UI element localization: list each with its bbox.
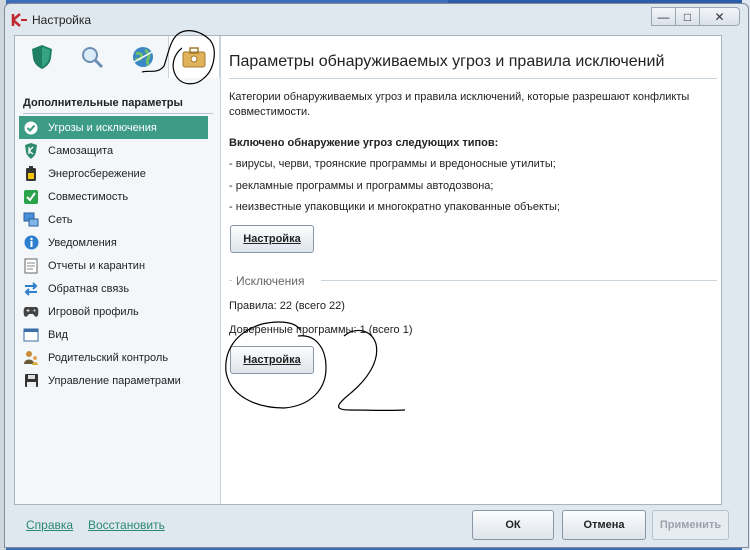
threat-item: - неизвестные упаковщики и многократно у… (229, 201, 560, 213)
check-shield-icon (23, 120, 39, 136)
exclusions-settings-button[interactable]: Настройка (230, 346, 314, 374)
sidebar-item-label: Совместимость (48, 190, 129, 203)
kaspersky-logo-icon (11, 13, 27, 27)
caption-buttons: — □ ✕ (651, 7, 740, 26)
network-icon (23, 212, 39, 228)
sidebar-item-label: Вид (48, 328, 68, 341)
content-area: Дополнительные параметры Угрозы и исключ… (14, 35, 722, 505)
threat-item: - рекламные программы и программы автодо… (229, 180, 494, 192)
sidebar-item-label: Отчеты и карантин (48, 259, 146, 272)
sidebar-item-gaming[interactable]: Игровой профиль (15, 300, 220, 323)
info-icon (23, 235, 39, 251)
sidebar-item-feedback[interactable]: Обратная связь (15, 277, 220, 300)
checkbox-icon (23, 189, 39, 205)
sidebar-item-threats[interactable]: Угрозы и исключения (19, 116, 208, 139)
minimize-button[interactable]: — (651, 7, 676, 26)
restore-link[interactable]: Восстановить (88, 518, 165, 532)
detection-title: Включено обнаружение угроз следующих тип… (229, 137, 499, 149)
window-icon (23, 327, 39, 343)
exclusions-divider-left (229, 280, 232, 281)
icon-tabs (15, 36, 220, 78)
page-description: Категории обнаруживаемых угроз и правила… (229, 91, 690, 118)
rules-count: Правила: 22 (всего 22) (229, 300, 345, 312)
sidebar-item-manage[interactable]: Управление параметрами (15, 369, 220, 392)
exclusions-label: Исключения (236, 274, 305, 288)
toolbox-icon (182, 47, 206, 68)
sidebar-item-label: Уведомления (48, 236, 117, 249)
main-pane: Параметры обнаруживаемых угроз и правила… (221, 36, 721, 504)
sidebar-item-label: Обратная связь (48, 282, 130, 295)
threat-item: - вирусы, черви, троянские программы и в… (229, 158, 556, 170)
report-icon (23, 258, 39, 274)
sidebar-item-reports[interactable]: Отчеты и карантин (15, 254, 220, 277)
gamepad-icon (23, 304, 39, 320)
sidebar-item-label: Управление параметрами (48, 374, 181, 387)
battery-icon (23, 165, 39, 182)
sidebar-item-power[interactable]: Энергосбережение (15, 162, 220, 185)
title-divider (229, 78, 717, 79)
sidebar-item-label: Родительский контроль (48, 351, 169, 364)
close-button[interactable]: ✕ (700, 7, 740, 26)
trusted-count: Доверенные программы: 1 (всего 1) (229, 324, 413, 336)
sidebar-item-compatibility[interactable]: Совместимость (15, 185, 220, 208)
window-title: Настройка (32, 13, 92, 27)
maximize-button[interactable]: □ (676, 7, 700, 26)
left-pane: Дополнительные параметры Угрозы и исключ… (15, 36, 221, 504)
scan-tab[interactable] (67, 36, 117, 78)
title-bar[interactable]: Настройка — □ ✕ (5, 4, 748, 35)
settings-window: Настройка — □ ✕ Дополнительные параметры… (4, 3, 749, 548)
arrows-icon (23, 281, 39, 297)
sidebar-item-label: Самозащита (48, 144, 114, 157)
exclusions-divider (321, 280, 717, 281)
globe-icon (133, 47, 153, 67)
magnifier-icon (82, 47, 104, 69)
apply-button[interactable]: Применить (652, 510, 729, 540)
sidebar-item-self-defense[interactable]: Самозащита (15, 139, 220, 162)
sidebar-item-notifications[interactable]: Уведомления (15, 231, 220, 254)
page-title: Параметры обнаруживаемых угроз и правила… (229, 53, 665, 70)
k-shield-icon (23, 142, 39, 159)
parent-icon (23, 350, 39, 366)
protection-tab[interactable] (17, 36, 67, 78)
threat-settings-button[interactable]: Настройка (230, 225, 314, 253)
sidebar-item-parental[interactable]: Родительский контроль (15, 346, 220, 369)
sidebar-item-label: Угрозы и исключения (48, 121, 157, 134)
sidebar-title: Дополнительные параметры (23, 97, 213, 114)
help-link[interactable]: Справка (26, 518, 73, 532)
shield-icon (32, 45, 52, 69)
settings-tab[interactable] (168, 36, 220, 78)
update-tab[interactable] (118, 36, 168, 78)
sidebar-nav: Угрозы и исключения Самозащита Энергосбе… (15, 116, 220, 392)
sidebar-item-view[interactable]: Вид (15, 323, 220, 346)
floppy-icon (23, 373, 39, 389)
sidebar-item-label: Энергосбережение (48, 167, 146, 180)
sidebar-item-label: Сеть (48, 213, 73, 226)
cancel-button[interactable]: Отмена (562, 510, 646, 540)
sidebar-item-label: Игровой профиль (48, 305, 139, 318)
sidebar-item-network[interactable]: Сеть (15, 208, 220, 231)
ok-button[interactable]: ОК (472, 510, 554, 540)
footer: Справка Восстановить ОК Отмена Применить (5, 505, 748, 549)
